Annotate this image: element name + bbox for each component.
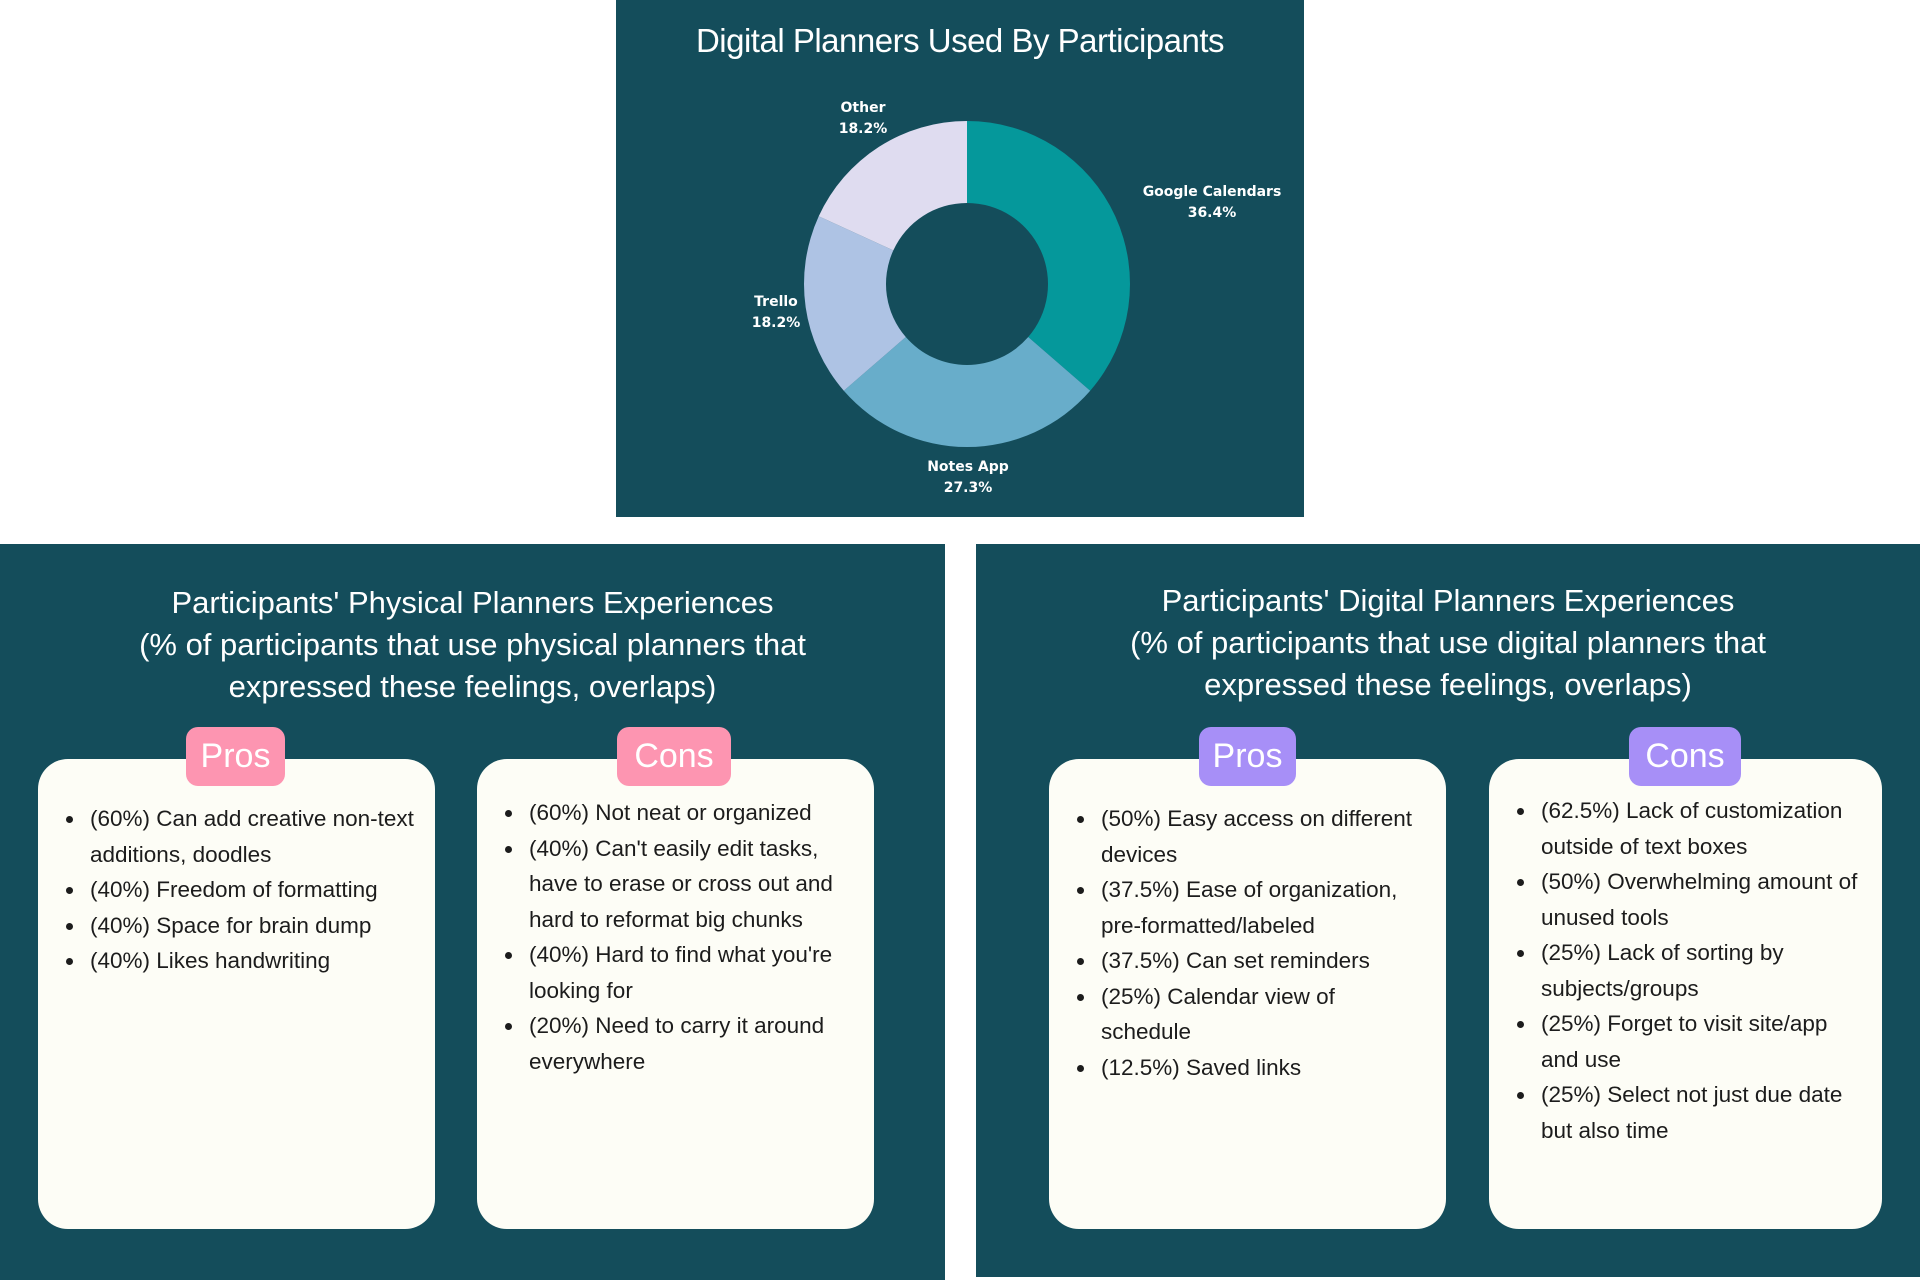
digital-pros-card: (50%) Easy access on different devices(3… [1049, 759, 1446, 1229]
donut-chart-panel: Digital Planners Used By Participants Go… [616, 0, 1304, 517]
list-item: (25%) Forget to visit site/app and use [1537, 1006, 1862, 1077]
list-item: (37.5%) Ease of organization, pre-format… [1097, 872, 1426, 943]
title-line: expressed these feelings, overlaps) [228, 669, 717, 704]
bullet-list: (50%) Easy access on different devices(3… [1077, 801, 1426, 1085]
digital-cons-card: (62.5%) Lack of customization outside of… [1489, 759, 1882, 1229]
physical-title: Participants' Physical Planners Experien… [0, 582, 945, 708]
bullet-list: (60%) Not neat or organized(40%) Can't e… [505, 795, 854, 1079]
title-line: expressed these feelings, overlaps) [1204, 667, 1692, 702]
list-item: (25%) Lack of sorting by subjects/groups [1537, 935, 1862, 1006]
bullet-list: (60%) Can add creative non-text addition… [66, 801, 415, 979]
list-item: (40%) Space for brain dump [86, 908, 415, 944]
physical-cons-card: (60%) Not neat or organized(40%) Can't e… [477, 759, 874, 1229]
title-line: Participants' Physical Planners Experien… [171, 585, 774, 620]
slice-value-label: 18.2% [839, 121, 888, 137]
title-line: (% of participants that use digital plan… [1130, 625, 1766, 660]
digital-experiences-panel: Participants' Digital Planners Experienc… [976, 544, 1920, 1277]
list-item: (25%) Select not just due date but also … [1537, 1077, 1862, 1148]
list-item: (40%) Likes handwriting [86, 943, 415, 979]
slice-name-label: Trello [754, 294, 798, 310]
digital-title: Participants' Digital Planners Experienc… [976, 580, 1920, 706]
slice-value-label: 27.3% [944, 480, 993, 496]
list-item: (40%) Hard to find what you're looking f… [525, 937, 854, 1008]
title-line: Participants' Digital Planners Experienc… [1161, 583, 1735, 618]
list-item: (40%) Can't easily edit tasks, have to e… [525, 831, 854, 938]
list-item: (37.5%) Can set reminders [1097, 943, 1426, 979]
slice-name-label: Other [841, 100, 886, 116]
slice-name-label: Notes App [927, 459, 1009, 475]
list-item: (50%) Easy access on different devices [1097, 801, 1426, 872]
physical-experiences-panel: Participants' Physical Planners Experien… [0, 544, 945, 1280]
list-item: (60%) Not neat or organized [525, 795, 854, 831]
slice-name-label: Google Calendars [1143, 184, 1282, 200]
list-item: (12.5%) Saved links [1097, 1050, 1426, 1086]
pros-badge: Pros [1199, 727, 1296, 786]
cons-badge: Cons [1629, 727, 1741, 786]
bullet-list: (62.5%) Lack of customization outside of… [1517, 793, 1862, 1148]
donut-chart: Google Calendars 36.4% Notes App 27.3% Trell… [752, 100, 1282, 496]
title-line: (% of participants that use physical pla… [139, 627, 806, 662]
list-item: (62.5%) Lack of customization outside of… [1537, 793, 1862, 864]
list-item: (20%) Need to carry it around everywhere [525, 1008, 854, 1079]
list-item: (60%) Can add creative non-text addition… [86, 801, 415, 872]
physical-pros-card: (60%) Can add creative non-text addition… [38, 759, 435, 1229]
list-item: (40%) Freedom of formatting [86, 872, 415, 908]
list-item: (25%) Calendar view of schedule [1097, 979, 1426, 1050]
pros-badge: Pros [186, 727, 285, 786]
slice-value-label: 18.2% [752, 315, 801, 331]
slice-value-label: 36.4% [1188, 205, 1237, 221]
donut-slice-google-calendars [967, 121, 1130, 391]
cons-badge: Cons [617, 727, 731, 786]
list-item: (50%) Overwhelming amount of unused tool… [1537, 864, 1862, 935]
